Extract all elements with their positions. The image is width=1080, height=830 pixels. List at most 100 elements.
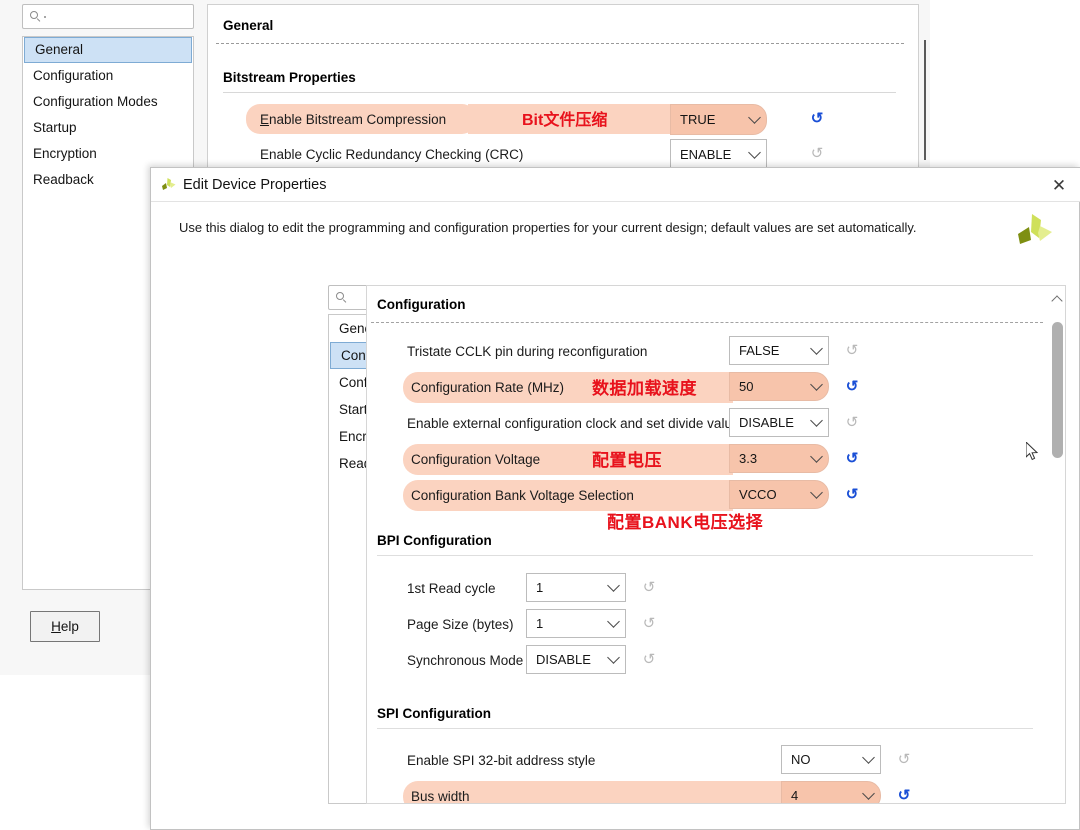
reset-icon[interactable]: ↺ [809,111,825,127]
help-button[interactable]: Help [30,611,100,642]
combobox-value: DISABLE [739,415,794,430]
combobox-value: 4 [791,788,799,803]
reset-icon[interactable]: ↺ [844,379,860,395]
sidebar-item-general[interactable]: General [24,37,192,63]
background-value-combobox[interactable]: ENABLE [670,139,767,170]
reset-icon[interactable]: ↺ [844,415,860,431]
group-title-spi: SPI Configuration [377,706,491,721]
value-combobox[interactable]: 3.3 [729,444,829,473]
dialog-description: Use this dialog to edit the programming … [179,220,917,235]
chevron-down-icon [810,378,823,391]
property-label: Bus width [411,789,470,804]
dialog-title: Edit Device Properties [183,176,327,193]
chevron-down-icon [810,342,823,355]
sidebar-item-label: Configuration Modes [33,94,158,109]
background-value-combobox[interactable]: TRUE [670,104,767,135]
panel-divider-dashed [371,322,1043,323]
sidebar-item-startup[interactable]: Startup [23,115,193,141]
property-label: Enable SPI 32-bit address style [407,753,596,768]
sidebar-item-label: General [35,42,84,57]
sidebar-item-label: Encryption [33,146,97,161]
sidebar-item-encryption[interactable]: Encryption [23,141,193,167]
property-row[interactable]: Bus width [403,781,785,804]
background-divider-dashed [216,43,904,44]
reset-icon[interactable]: ↺ [844,343,860,359]
combobox-value: 50 [739,379,754,394]
property-label-mnemonic: E [260,111,270,127]
group-rule [377,555,1033,556]
value-combobox[interactable]: DISABLE [526,645,626,674]
close-icon[interactable]: ✕ [1049,176,1069,196]
property-row[interactable]: Enable external configuration clock and … [407,408,740,439]
group-rule [377,728,1033,729]
group-title-bpi: BPI Configuration [377,533,492,548]
search-icon [30,10,42,23]
combobox-value: TRUE [680,112,716,127]
chevron-down-icon [748,111,761,124]
background-group-title: Bitstream Properties [223,70,356,85]
reset-icon[interactable]: ↺ [896,788,912,804]
property-row[interactable]: Configuration Voltage [403,444,733,475]
value-combobox[interactable]: VCCO [729,480,829,509]
value-combobox[interactable]: 1 [526,609,626,638]
value-combobox[interactable]: NO [781,745,881,774]
background-search-input[interactable] [22,4,194,29]
chevron-down-icon [810,450,823,463]
search-icon-dot [44,15,46,18]
scrollbar-thumb[interactable] [1052,322,1063,458]
vivado-logo-large-icon [1013,210,1055,252]
background-edge-line [924,40,926,160]
panel-scrollbar[interactable] [1051,286,1065,803]
property-label: 1st Read cycle [407,581,496,596]
background-property-row[interactable]: Enable Bitstream Compression [246,104,476,134]
sidebar-item-configuration-modes[interactable]: Configuration Modes [23,89,193,115]
reset-icon[interactable]: ↺ [641,652,657,668]
property-label: Enable external configuration clock and … [407,416,740,431]
property-row[interactable]: Page Size (bytes) [407,609,527,640]
value-combobox[interactable]: FALSE [729,336,829,365]
property-row[interactable]: Enable SPI 32-bit address style [407,745,737,776]
panel-title: Configuration [377,297,466,312]
property-label: Synchronous Mode [407,653,524,668]
property-label: nable Bitstream Compression [269,111,447,127]
combobox-value: VCCO [739,487,777,502]
background-property-row[interactable]: Enable Cyclic Redundancy Checking (CRC) [246,139,666,169]
chevron-down-icon [607,579,620,592]
dialog-titlebar[interactable]: Edit Device Properties ✕ [151,168,1080,202]
value-combobox[interactable]: DISABLE [729,408,829,437]
chevron-down-icon [810,414,823,427]
vivado-logo-icon [160,176,177,193]
reset-icon[interactable]: ↺ [641,580,657,596]
reset-icon[interactable]: ↺ [896,752,912,768]
reset-icon[interactable]: ↺ [641,616,657,632]
reset-icon[interactable]: ↺ [844,451,860,467]
reset-icon[interactable]: ↺ [844,487,860,503]
property-row[interactable]: Synchronous Mode [407,645,527,676]
value-combobox[interactable]: 4 [781,781,881,803]
chevron-down-icon [607,651,620,664]
property-row[interactable]: 1st Read cycle [407,573,527,604]
property-label-prefix: Enable C [260,146,316,162]
chevron-down-icon [748,146,761,159]
property-row[interactable]: Tristate CCLK pin during reconfiguration [407,336,767,367]
annotation-text: 配置电压 [592,451,662,470]
combobox-value: DISABLE [536,652,591,667]
chevron-down-icon [810,486,823,499]
screen: General Configuration Configuration Mode… [0,0,1080,830]
value-combobox[interactable]: 1 [526,573,626,602]
value-combobox[interactable]: 50 [729,372,829,401]
background-group-rule [223,92,896,93]
help-button-mnemonic: H [51,619,61,634]
chevron-up-icon[interactable] [1051,294,1063,307]
combobox-value: FALSE [739,343,780,358]
property-label: Page Size (bytes) [407,617,514,632]
annotation-text: 数据加载速度 [592,379,697,398]
reset-icon[interactable]: ↺ [809,146,825,162]
property-label: Configuration Voltage [411,452,541,467]
chevron-down-icon [862,787,875,800]
search-icon [336,291,348,304]
combobox-value: ENABLE [680,147,732,162]
property-row[interactable]: Configuration Bank Voltage Selection [403,480,733,511]
combobox-value: 1 [536,616,544,631]
sidebar-item-configuration[interactable]: Configuration [23,63,193,89]
